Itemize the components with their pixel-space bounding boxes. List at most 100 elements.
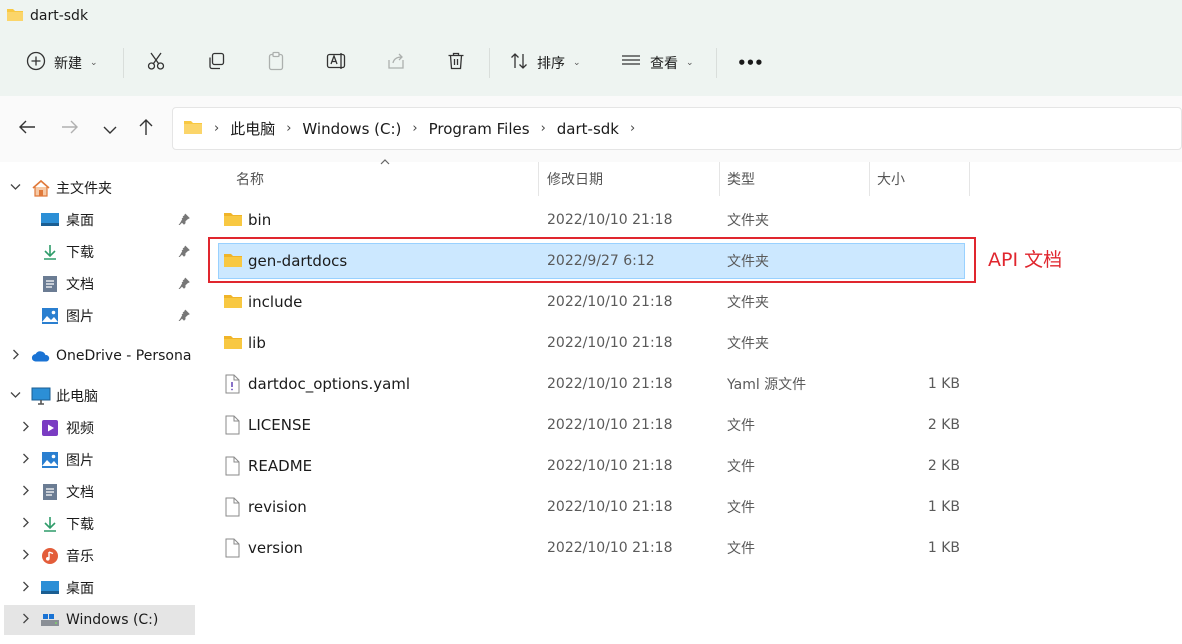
sidebar-item-documents-pc[interactable]: 文档 [0, 477, 197, 507]
file-name: version [248, 539, 303, 557]
rename-button[interactable] [326, 40, 348, 86]
file-date: 2022/10/10 21:18 [547, 417, 673, 433]
breadcrumb-program-files[interactable]: Program Files [429, 120, 530, 138]
chevron-right-icon[interactable] [22, 549, 30, 563]
column-divider[interactable] [869, 162, 870, 196]
view-button[interactable]: 查看 ⌄ [620, 40, 694, 86]
chevron-right-icon[interactable]: › [412, 121, 417, 136]
file-name: lib [248, 334, 266, 352]
copy-button[interactable] [206, 40, 226, 86]
sidebar-item-music[interactable]: 音乐 [0, 541, 197, 571]
column-header-date[interactable]: 修改日期 [547, 162, 603, 196]
picture-icon [40, 450, 60, 470]
file-type: 文件 [727, 418, 755, 434]
sidebar-item-onedrive[interactable]: OneDrive - Persona [0, 341, 197, 371]
sidebar-item-windows-c[interactable]: Windows (C:) [4, 605, 195, 635]
chevron-down-icon[interactable] [10, 391, 21, 402]
cut-button[interactable] [146, 40, 166, 86]
sidebar-item-this-pc[interactable]: 此电脑 [0, 381, 197, 411]
sidebar-item-label: 音乐 [66, 549, 94, 565]
sidebar-item-desktop[interactable]: 桌面 [0, 205, 197, 235]
breadcrumb-dart-sdk[interactable]: dart-sdk [557, 120, 619, 138]
sidebar-item-documents[interactable]: 文档 [0, 269, 197, 299]
arrow-up-icon [138, 118, 154, 141]
picture-icon [40, 306, 60, 326]
column-header-name[interactable]: 名称 [236, 162, 264, 196]
sidebar-item-label: 主文件夹 [56, 181, 112, 197]
file-row[interactable]: lib 2022/10/10 21:18 文件夹 [218, 325, 965, 361]
chevron-right-icon[interactable] [12, 349, 20, 363]
file-date: 2022/10/10 21:18 [547, 540, 673, 556]
yaml-file-icon [223, 374, 243, 394]
file-size: 1 KB [927, 499, 960, 515]
toolbar-divider [716, 48, 717, 78]
window-title-text: dart-sdk [30, 8, 89, 24]
up-button[interactable] [134, 117, 158, 141]
chevron-right-icon[interactable] [22, 485, 30, 499]
share-icon [386, 51, 406, 75]
pin-icon[interactable] [178, 309, 190, 324]
back-button[interactable] [15, 117, 39, 141]
chevron-right-icon[interactable] [22, 421, 30, 435]
recent-locations-button[interactable] [98, 117, 122, 141]
clipboard-icon [266, 51, 286, 75]
chevron-right-icon[interactable] [22, 613, 30, 627]
chevron-right-icon[interactable] [22, 581, 30, 595]
chevron-right-icon[interactable]: › [630, 121, 635, 136]
column-divider[interactable] [969, 162, 970, 196]
chevron-down-icon: ⌄ [686, 58, 694, 68]
folder-icon [183, 119, 203, 139]
file-date: 2022/10/10 21:18 [547, 335, 673, 351]
music-icon [40, 546, 60, 566]
file-row[interactable]: LICENSE 2022/10/10 21:18 文件 2 KB [218, 407, 965, 443]
chevron-right-icon[interactable]: › [541, 121, 546, 136]
column-header-type[interactable]: 类型 [727, 162, 755, 196]
sidebar-item-downloads[interactable]: 下载 [0, 237, 197, 267]
sidebar-item-home[interactable]: 主文件夹 [0, 173, 197, 203]
forward-button[interactable] [58, 117, 82, 141]
pin-icon[interactable] [178, 245, 190, 260]
sidebar-item-pictures-pc[interactable]: 图片 [0, 445, 197, 475]
file-size: 2 KB [927, 458, 960, 474]
sidebar-item-pictures[interactable]: 图片 [0, 301, 197, 331]
chevron-down-icon[interactable] [10, 183, 21, 194]
sort-button[interactable]: 排序 ⌄ [509, 40, 581, 86]
chevron-right-icon[interactable] [22, 453, 30, 467]
chevron-down-icon: ⌄ [573, 58, 581, 68]
paste-button[interactable] [266, 40, 286, 86]
sidebar-item-downloads-pc[interactable]: 下载 [0, 509, 197, 539]
window-title: dart-sdk [6, 6, 88, 26]
file-row[interactable]: revision 2022/10/10 21:18 文件 1 KB [218, 489, 965, 525]
breadcrumb-drive[interactable]: Windows (C:) [302, 120, 401, 138]
address-bar[interactable]: › 此电脑 › Windows (C:) › Program Files › d… [172, 107, 1182, 150]
scissors-icon [146, 51, 166, 75]
sidebar-item-desktop-pc[interactable]: 桌面 [0, 573, 197, 603]
chevron-down-icon [103, 119, 117, 140]
sidebar-item-videos[interactable]: 视频 [0, 413, 197, 443]
pin-icon[interactable] [178, 277, 190, 292]
pin-icon[interactable] [178, 213, 190, 228]
file-type: 文件夹 [727, 295, 769, 311]
file-name: include [248, 293, 303, 311]
file-row[interactable]: dartdoc_options.yaml 2022/10/10 21:18 Ya… [218, 366, 965, 402]
file-type: 文件 [727, 500, 755, 516]
share-button[interactable] [386, 40, 406, 86]
breadcrumb-this-pc[interactable]: 此电脑 [230, 118, 275, 139]
file-name: revision [248, 498, 307, 516]
file-row[interactable]: README 2022/10/10 21:18 文件 2 KB [218, 448, 965, 484]
file-row[interactable]: version 2022/10/10 21:18 文件 1 KB [218, 530, 965, 566]
new-button[interactable]: 新建 ⌄ [26, 40, 98, 86]
title-toolbar-area: dart-sdk 新建 ⌄ 排序 ⌄ 查看 ⌄ ••• [0, 0, 1182, 96]
view-button-label: 查看 [650, 56, 678, 72]
folder-icon [223, 333, 243, 353]
file-date: 2022/10/10 21:18 [547, 458, 673, 474]
column-header-size[interactable]: 大小 [877, 162, 905, 196]
chevron-right-icon[interactable]: › [286, 121, 291, 136]
column-divider[interactable] [719, 162, 720, 196]
delete-button[interactable] [446, 40, 466, 86]
file-row[interactable]: bin 2022/10/10 21:18 文件夹 [218, 202, 965, 238]
file-row[interactable]: include 2022/10/10 21:18 文件夹 [218, 284, 965, 320]
chevron-right-icon[interactable] [22, 517, 30, 531]
column-divider[interactable] [538, 162, 539, 196]
more-options-button[interactable]: ••• [737, 40, 764, 86]
